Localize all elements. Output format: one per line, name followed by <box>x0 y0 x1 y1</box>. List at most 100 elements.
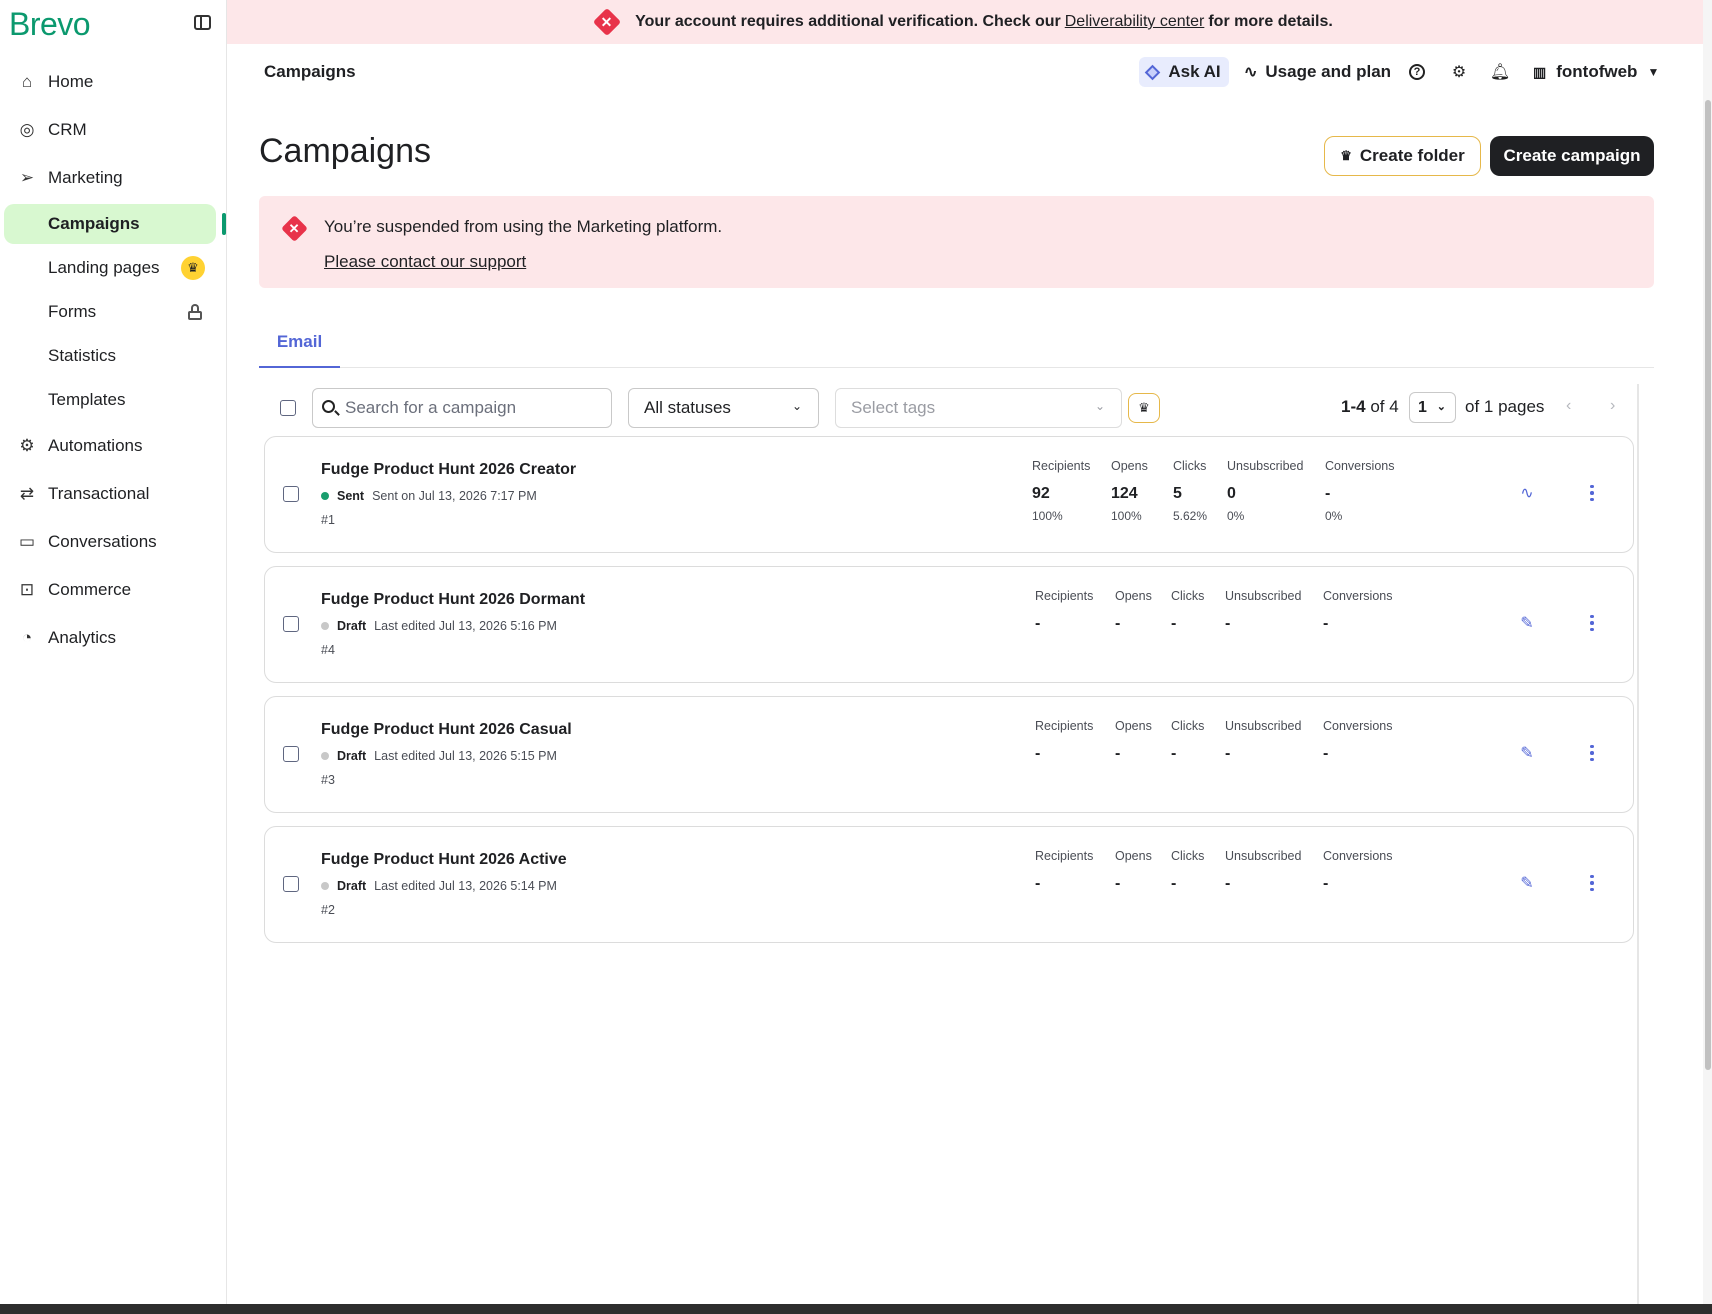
sidebar: Brevo ⌂ Home ◎ CRM ➢ Marketing Campaigns… <box>0 0 227 1304</box>
usage-and-plan-button[interactable]: ∿ Usage and plan <box>1244 62 1391 82</box>
stat-value: - <box>1323 615 1329 632</box>
campaign-checkbox[interactable] <box>283 486 299 502</box>
campaign-status: Draft Last edited Jul 13, 2026 5:16 PM <box>321 619 557 633</box>
sidebar-item-marketing[interactable]: ➢ Marketing <box>0 158 227 198</box>
stat-clicks: Clicks - <box>1171 849 1204 893</box>
sidebar-item-statistics[interactable]: Statistics <box>4 336 216 376</box>
stat-label: Unsubscribed <box>1225 589 1302 603</box>
help-icon[interactable]: ? <box>1409 64 1425 80</box>
select-all-checkbox[interactable] <box>280 400 296 416</box>
crown-icon: ♛ <box>1138 400 1150 415</box>
more-options-icon[interactable] <box>1587 873 1597 893</box>
sidebar-item-landing-pages[interactable]: Landing pages ♛ <box>4 248 216 288</box>
sidebar-item-label: Commerce <box>48 580 132 599</box>
pencil-icon[interactable]: ✎ <box>1517 743 1537 763</box>
page-scrollbar[interactable] <box>1703 0 1712 1304</box>
status-label: Sent <box>337 489 365 503</box>
stat-label: Recipients <box>1032 459 1091 473</box>
stat-label: Clicks <box>1171 589 1205 603</box>
campaign-card[interactable]: Fudge Product Hunt 2026 Active Draft Las… <box>264 826 1634 943</box>
sidebar-item-transactional[interactable]: ⇄ Transactional <box>0 474 227 514</box>
contact-support-link[interactable]: Please contact our support <box>324 252 526 272</box>
campaign-status: Draft Last edited Jul 13, 2026 5:14 PM <box>321 879 557 893</box>
activity-icon[interactable]: ∿ <box>1517 483 1537 503</box>
stat-conversions: Conversions - <box>1323 719 1392 763</box>
brevo-logo[interactable]: Brevo <box>9 6 91 43</box>
campaign-checkbox[interactable] <box>283 616 299 632</box>
premium-crown-button[interactable]: ♛ <box>1128 393 1160 423</box>
search-field <box>312 388 612 428</box>
home-icon: ⌂ <box>21 72 33 91</box>
bag-icon: ⊡ <box>19 580 35 599</box>
sidebar-item-label: Transactional <box>48 484 150 503</box>
chevron-down-icon: ⌄ <box>791 399 802 413</box>
verification-banner: ✕ Your account requires additional verif… <box>227 0 1703 44</box>
org-switcher[interactable]: ▥ fontofweb ▼ <box>1533 62 1659 82</box>
ask-ai-label: Ask AI <box>1168 62 1221 81</box>
sidebar-item-automations[interactable]: ⚙ Automations <box>0 426 227 466</box>
sidebar-item-forms[interactable]: Forms <box>4 292 216 332</box>
campaign-id: #3 <box>321 773 335 787</box>
stat-label: Unsubscribed <box>1225 719 1302 733</box>
pencil-icon[interactable]: ✎ <box>1517 873 1537 893</box>
stat-value: 124 <box>1111 485 1138 502</box>
stat-unsubscribed: Unsubscribed - <box>1225 589 1301 633</box>
stat-label: Unsubscribed <box>1227 459 1304 473</box>
page-select[interactable]: 1 ⌄ <box>1409 392 1456 423</box>
sidebar-item-label: Templates <box>48 390 126 409</box>
campaign-name[interactable]: Fudge Product Hunt 2026 Creator <box>321 461 576 479</box>
campaign-card[interactable]: Fudge Product Hunt 2026 Dormant Draft La… <box>264 566 1634 683</box>
stat-label: Conversions <box>1323 589 1393 603</box>
stat-percent: 100% <box>1111 509 1142 523</box>
campaign-card[interactable]: Fudge Product Hunt 2026 Casual Draft Las… <box>264 696 1634 813</box>
campaign-name[interactable]: Fudge Product Hunt 2026 Casual <box>321 721 572 739</box>
sidebar-item-home[interactable]: ⌂ Home <box>0 62 227 102</box>
header-title: Campaigns <box>264 62 356 81</box>
stat-percent: 5.62% <box>1173 509 1208 523</box>
campaign-checkbox[interactable] <box>283 876 299 892</box>
sidebar-item-conversations[interactable]: ▭ Conversations <box>0 522 227 562</box>
usage-label: Usage and plan <box>1265 62 1392 81</box>
status-label: Draft <box>337 749 367 763</box>
gear-icon[interactable]: ⚙ <box>1449 62 1469 82</box>
scrollbar-thumb[interactable] <box>1705 100 1711 1070</box>
chevron-down-icon: ⌄ <box>1436 401 1446 413</box>
deliverability-center-link[interactable]: Deliverability center <box>1065 13 1205 31</box>
status-select[interactable]: All statuses ⌄ <box>628 388 819 428</box>
sidebar-item-templates[interactable]: Templates <box>4 380 216 420</box>
campaign-name[interactable]: Fudge Product Hunt 2026 Active <box>321 851 567 869</box>
create-folder-button[interactable]: ♛ Create folder <box>1324 136 1481 176</box>
stat-value: - <box>1225 875 1231 892</box>
sidebar-item-commerce[interactable]: ⊡ Commerce <box>0 570 227 610</box>
search-input[interactable] <box>345 389 607 427</box>
more-options-icon[interactable] <box>1587 613 1597 633</box>
campaign-card[interactable]: Fudge Product Hunt 2026 Creator Sent Sen… <box>264 436 1634 553</box>
page-select-value: 1 <box>1418 398 1427 416</box>
campaign-name[interactable]: Fudge Product Hunt 2026 Dormant <box>321 591 585 609</box>
tags-select[interactable]: Select tags ⌄ <box>835 388 1122 428</box>
sidebar-item-campaigns[interactable]: Campaigns <box>4 204 216 244</box>
prev-page-icon[interactable]: ‹ <box>1566 397 1571 415</box>
sidebar-item-analytics[interactable]: ◔ Analytics <box>0 618 227 658</box>
crown-icon: ♛ <box>181 256 205 280</box>
sidebar-collapse-icon[interactable] <box>194 15 211 30</box>
create-campaign-button[interactable]: Create campaign <box>1490 136 1654 176</box>
pagination-total-pages: of 1 pages <box>1465 397 1545 416</box>
next-page-icon[interactable]: › <box>1610 397 1615 415</box>
error-icon: ✕ <box>281 215 308 242</box>
pencil-icon[interactable]: ✎ <box>1517 613 1537 633</box>
sidebar-item-crm[interactable]: ◎ CRM <box>0 110 227 150</box>
stat-percent: 0% <box>1227 509 1245 523</box>
ask-ai-button[interactable]: Ask AI <box>1139 57 1229 87</box>
campaign-checkbox[interactable] <box>283 746 299 762</box>
status-label: Draft <box>337 619 367 633</box>
stat-value: 5 <box>1173 485 1182 502</box>
list-scrollbar[interactable] <box>1637 384 1639 1304</box>
more-options-icon[interactable] <box>1587 743 1597 763</box>
more-options-icon[interactable] <box>1587 483 1597 503</box>
stat-unsubscribed: Unsubscribed - <box>1225 849 1301 893</box>
bell-icon[interactable]: 🔔︎ <box>1490 62 1510 82</box>
tab-email[interactable]: Email <box>259 318 340 368</box>
banner-text-end: for more details. <box>1208 13 1333 30</box>
stat-label: Opens <box>1111 459 1148 473</box>
